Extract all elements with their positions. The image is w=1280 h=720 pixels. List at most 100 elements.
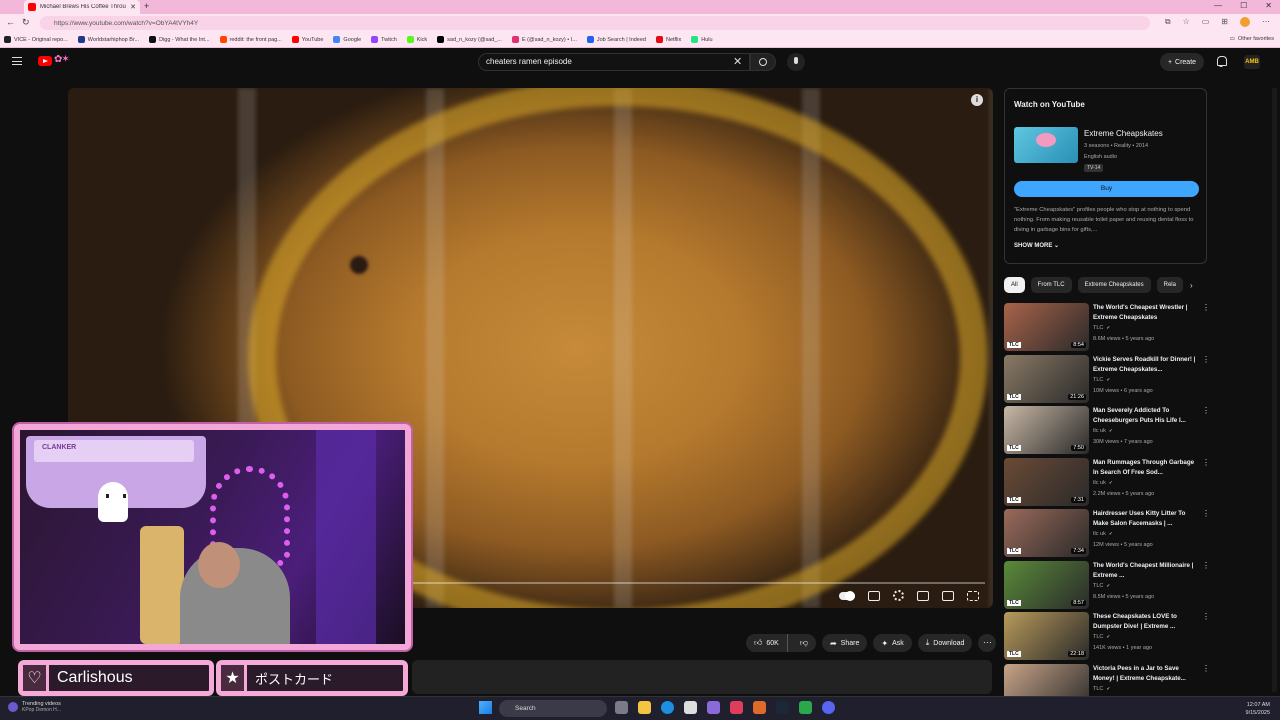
video-title[interactable]: These Cheapskates LOVE to Dumpster Dive!… — [1093, 612, 1201, 632]
more-vert-icon[interactable]: ⋮ — [1202, 458, 1210, 467]
file-explorer-icon[interactable] — [638, 701, 651, 714]
bookmark-item[interactable]: E (@sad_n_kozy) • I... — [511, 36, 577, 43]
recommended-video[interactable]: TLC 21:26 Vickie Serves Roadkill for Dinne… — [1004, 354, 1210, 403]
channel-name[interactable]: tlc uk — [1093, 480, 1113, 486]
other-favorites[interactable]: ▭ Other favorites — [1230, 36, 1274, 42]
video-title[interactable]: Man Rummages Through Garbage In Search O… — [1093, 458, 1201, 478]
info-icon[interactable]: i — [971, 94, 983, 106]
clear-search-icon[interactable]: ✕ — [733, 55, 742, 68]
captions-icon[interactable] — [868, 590, 880, 601]
bookmark-item[interactable]: Job Search | Indeed — [586, 36, 646, 43]
filter-chip[interactable]: Extreme Cheapskates — [1077, 277, 1151, 293]
bookmark-item[interactable]: Google — [333, 36, 361, 43]
show-more-button[interactable]: SHOW MORE ⌄ — [1014, 242, 1059, 249]
filter-chip[interactable]: All — [1004, 277, 1025, 293]
dislike-button[interactable]: 👎︎ — [792, 634, 816, 652]
description-box[interactable] — [412, 660, 992, 694]
theater-mode-icon[interactable] — [942, 590, 954, 601]
news-widget[interactable]: Trending videos KPop Demon H... — [8, 701, 61, 713]
channel-name[interactable]: TLC — [1093, 325, 1110, 331]
youtube-logo-icon[interactable] — [38, 56, 52, 66]
more-vert-icon[interactable]: ⋮ — [1202, 407, 1210, 415]
video-title[interactable]: Hairdresser Uses Kitty Litter To Make Sa… — [1093, 509, 1201, 529]
bookmark-item[interactable]: Twitch — [371, 36, 397, 43]
new-tab-button[interactable]: + — [144, 1, 149, 11]
recommended-video[interactable]: TLC 7:50 Man Severely Addicted To Cheesebu… — [1004, 406, 1210, 454]
bookmark-item[interactable]: sad_n_kozy (@sad_... — [437, 36, 502, 43]
task-view-icon[interactable] — [615, 701, 628, 714]
channel-name[interactable]: TLC — [1093, 583, 1110, 589]
recommended-video[interactable]: TLC 7:34 Hairdresser Uses Kitty Litter To … — [1004, 509, 1210, 557]
recommended-video[interactable]: TLC 22:18 These Cheapskates LOVE to Dumpst… — [1004, 612, 1210, 660]
filter-chip[interactable]: Rela — [1156, 277, 1183, 293]
microphone-icon[interactable] — [787, 53, 805, 71]
video-thumbnail[interactable]: TLC 22:18 — [1004, 612, 1089, 660]
video-thumbnail[interactable]: TLC 7:34 — [1004, 509, 1089, 557]
bookmark-item[interactable]: VICE - Original repo... — [4, 36, 68, 43]
youtube-doodle-icon[interactable]: ✿✶ — [54, 54, 70, 65]
split-icon[interactable]: ▭ — [1202, 17, 1210, 27]
back-icon[interactable]: ← — [6, 17, 15, 27]
tab-close-icon[interactable]: ✕ — [130, 3, 136, 11]
show-title[interactable]: Extreme Cheapskates — [1084, 129, 1163, 138]
share-button[interactable]: ➦ Share — [821, 634, 868, 652]
recommended-video[interactable]: TLC 8:57 The World's Cheapest Millionaire … — [1004, 560, 1210, 609]
tabs-icon[interactable]: ⧉ — [1165, 17, 1171, 27]
taskbar-search[interactable]: Search — [499, 700, 607, 717]
ask-button[interactable]: ✦ Ask — [873, 634, 912, 652]
discord-icon[interactable] — [822, 701, 835, 714]
more-vert-icon[interactable]: ⋮ — [1202, 510, 1210, 518]
more-vert-icon[interactable]: ⋮ — [1202, 304, 1210, 312]
store-icon[interactable] — [684, 701, 697, 714]
channel-name[interactable]: TLC — [1093, 377, 1110, 383]
buy-button[interactable]: Buy — [1014, 181, 1199, 197]
channel-name[interactable]: tlc uk — [1093, 531, 1113, 537]
bookmark-item[interactable]: Kick — [406, 36, 427, 43]
bookmark-item[interactable]: Digg - What the Int... — [149, 36, 210, 43]
video-thumbnail[interactable]: TLC 7:31 — [1004, 457, 1089, 506]
video-title[interactable]: Vickie Serves Roadkill for Dinner! | Ext… — [1093, 355, 1201, 375]
video-title[interactable]: Victoria Pees in a Jar to Save Money! | … — [1093, 664, 1201, 684]
bookmark-item[interactable]: Worldstarhiphop Br... — [77, 36, 139, 43]
app-green-icon[interactable] — [799, 701, 812, 714]
show-thumbnail[interactable] — [1014, 127, 1078, 163]
chevron-right-icon[interactable]: › — [1190, 281, 1193, 290]
channel-name[interactable]: TLC — [1093, 634, 1110, 640]
video-thumbnail[interactable]: TLC 8:57 — [1004, 560, 1089, 609]
app-orange-icon[interactable] — [753, 701, 766, 714]
music-icon[interactable] — [730, 701, 743, 714]
refresh-icon[interactable]: ↻ — [22, 17, 30, 28]
window-close-icon[interactable]: ✕ — [1265, 1, 1272, 10]
recommended-video[interactable]: TLC 7:31 Man Rummages Through Garbage In S… — [1004, 457, 1210, 506]
fullscreen-icon[interactable] — [967, 590, 979, 601]
video-title[interactable]: Man Severely Addicted To Cheeseburgers P… — [1093, 406, 1201, 426]
edge-icon[interactable] — [661, 701, 674, 714]
create-button[interactable]: + Create — [1160, 53, 1204, 71]
video-thumbnail[interactable]: TLC 21:26 — [1004, 354, 1089, 403]
bookmark-item[interactable]: YouTube — [291, 36, 323, 43]
search-query[interactable]: cheaters ramen episode — [486, 57, 572, 66]
channel-name[interactable]: TLC — [1093, 686, 1110, 692]
video-title[interactable]: The World's Cheapest Millionaire | Extre… — [1093, 561, 1201, 581]
settings-gear-icon[interactable] — [893, 590, 904, 601]
bookmark-item[interactable]: Hulu — [691, 36, 713, 43]
account-avatar[interactable]: AMB — [1244, 55, 1260, 69]
windows-start-icon[interactable] — [479, 701, 492, 714]
filter-chip[interactable]: From TLC — [1030, 277, 1072, 293]
channel-name[interactable]: tlc uk — [1093, 428, 1113, 434]
minimize-icon[interactable]: — — [1214, 1, 1222, 10]
browser-tab[interactable]: Michael Brews His Coffee Throu... ✕ — [24, 0, 140, 14]
more-menu-icon[interactable]: ⋯ — [1262, 17, 1270, 27]
download-button[interactable]: ⤓ Download — [917, 634, 973, 652]
miniplayer-icon[interactable] — [917, 590, 929, 601]
url-field[interactable]: https://www.youtube.com/watch?v=ObYA4tVY… — [40, 16, 1150, 30]
maximize-icon[interactable]: ☐ — [1240, 1, 1247, 10]
notifications-bell-icon[interactable] — [1216, 56, 1227, 67]
video-thumbnail[interactable]: TLC 8:54 — [1004, 303, 1089, 351]
video-thumbnail[interactable]: TLC 7:50 — [1004, 406, 1089, 454]
system-clock[interactable]: 12:07 AM 9/15/2025 — [1246, 701, 1270, 717]
video-title[interactable]: The World's Cheapest Wrestler | Extreme … — [1093, 303, 1201, 323]
more-vert-icon[interactable]: ⋮ — [1202, 561, 1210, 570]
bookmark-item[interactable]: reddit: the front pag... — [219, 36, 282, 43]
like-button[interactable]: 👍︎ 60K — [746, 634, 788, 652]
